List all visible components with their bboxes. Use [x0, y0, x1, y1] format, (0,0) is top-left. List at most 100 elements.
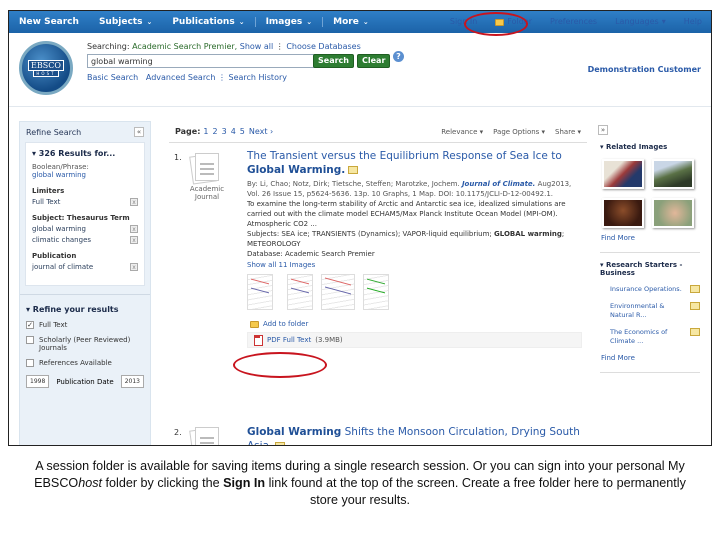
related-image[interactable]: [652, 159, 694, 189]
help-icon[interactable]: ?: [393, 51, 404, 62]
remove-icon[interactable]: x: [130, 198, 138, 206]
searching-label: Searching:: [87, 42, 133, 51]
document-icon[interactable]: [189, 151, 221, 185]
preview-icon[interactable]: [348, 166, 359, 174]
show-all-images-link[interactable]: Show all 11 Images: [247, 259, 582, 271]
document-icon[interactable]: [189, 425, 221, 445]
ebsco-host-logo[interactable]: EBSCO HOST: [19, 41, 73, 95]
subject-row: global warming x: [32, 225, 138, 233]
remove-icon[interactable]: x: [130, 263, 138, 271]
sign-in-link[interactable]: Sign In: [441, 16, 486, 28]
research-starter-item[interactable]: Environmental & Natural R...: [610, 302, 700, 320]
date-to-input[interactable]: 2013: [120, 375, 144, 388]
page-link[interactable]: 1: [203, 127, 208, 136]
subject-row: climatic changes x: [32, 236, 138, 244]
expand-icon[interactable]: »: [598, 125, 608, 135]
checkbox-scholarly[interactable]: Scholarly (Peer Reviewed) Journals: [26, 336, 144, 352]
find-more-images-link[interactable]: Find More: [601, 234, 706, 242]
research-starter-item[interactable]: The Economics of Climate ...: [610, 328, 700, 346]
pdf-full-text-link[interactable]: PDF Full Text: [267, 336, 311, 344]
chevron-down-icon: ⌄: [306, 18, 313, 26]
research-starter-link[interactable]: Insurance Operations.: [610, 285, 682, 294]
pdf-icon[interactable]: [254, 334, 263, 346]
nav-new-search[interactable]: New Search: [9, 17, 89, 27]
chevron-down-icon: ⌄: [146, 18, 153, 26]
nav-label: New Search: [19, 17, 79, 27]
page-link[interactable]: 3: [222, 127, 227, 136]
results-count[interactable]: ▾ 326 Results for...: [32, 149, 138, 158]
folder-link[interactable]: Folder: [486, 16, 541, 28]
journal-link[interactable]: Journal of Climate.: [462, 180, 535, 188]
checkbox-label: Scholarly (Peer Reviewed) Journals: [39, 336, 131, 352]
related-image[interactable]: [652, 198, 694, 228]
clear-button[interactable]: Clear: [357, 54, 391, 68]
image-thumbnail[interactable]: [363, 274, 389, 310]
image-thumbnail[interactable]: [287, 274, 313, 310]
languages-menu[interactable]: Languages ▾: [606, 16, 675, 28]
sort-relevance-menu[interactable]: Relevance ▾: [441, 128, 483, 136]
page-link[interactable]: 2: [213, 127, 218, 136]
add-to-folder-link[interactable]: Add to folder: [250, 320, 582, 328]
result-body: Global Warming Shifts the Monsoon Circul…: [247, 425, 582, 445]
preview-icon[interactable]: [690, 302, 700, 310]
research-starter-link[interactable]: Environmental & Natural R...: [610, 302, 690, 320]
caption-italic: host: [78, 476, 103, 490]
result-citation: By: Li, Chao; Notz, Dirk; Tietsche, Stef…: [247, 179, 582, 199]
date-from-input[interactable]: 1998: [26, 375, 50, 388]
nav-publications[interactable]: Publications ⌄: [162, 17, 254, 27]
result-item: 2. Global Warming Shifts the Monsoon Cir…: [169, 423, 587, 445]
search-button[interactable]: Search: [313, 54, 354, 68]
result-title[interactable]: Global Warming Shifts the Monsoon Circul…: [247, 425, 582, 445]
checkbox-icon[interactable]: [26, 336, 34, 344]
preview-icon[interactable]: [275, 442, 286, 445]
result-database: Database: Academic Search Premier: [247, 250, 375, 258]
remove-icon[interactable]: x: [130, 236, 138, 244]
advanced-search-link[interactable]: Advanced Search: [146, 73, 216, 82]
caption-text: A session folder is available for saving…: [20, 458, 700, 509]
folder-icon: [495, 18, 505, 26]
pagination-bar: Page: 1 2 3 4 5 Next › Relevance ▾ Page …: [169, 121, 587, 143]
refine-search-sidebar: Refine Search « ▾ 326 Results for... Boo…: [19, 121, 151, 445]
collapse-icon[interactable]: «: [134, 127, 144, 137]
remove-icon[interactable]: x: [130, 225, 138, 233]
basic-search-link[interactable]: Basic Search: [87, 73, 138, 82]
refine-title[interactable]: ▾ Refine your results: [26, 305, 144, 314]
preferences-link[interactable]: Preferences: [541, 16, 606, 28]
search-mode-links: Basic Search Advanced Search ⋮ Search Hi…: [87, 73, 287, 82]
preview-icon[interactable]: [690, 328, 700, 336]
image-thumbnail[interactable]: [247, 274, 273, 310]
sidebar-header: Refine Search «: [20, 122, 150, 142]
page-link[interactable]: 5: [240, 127, 245, 136]
nav-label: Subjects: [98, 17, 143, 27]
checkbox-references[interactable]: References Available: [26, 359, 144, 367]
share-menu[interactable]: Share ▾: [555, 128, 581, 136]
research-starters-title[interactable]: ▾ Research Starters - Business: [600, 261, 706, 277]
result-title[interactable]: The Transient versus the Equilibrium Res…: [247, 149, 582, 177]
boolean-label: Boolean/Phrase:: [32, 163, 89, 171]
next-page-link[interactable]: Next ›: [249, 127, 273, 136]
preview-icon[interactable]: [690, 285, 700, 293]
related-images-title[interactable]: ▾ Related Images: [600, 143, 706, 151]
checkbox-icon[interactable]: [26, 359, 34, 367]
checkbox-checked-icon[interactable]: ✓: [26, 321, 34, 329]
search-history-link[interactable]: Search History: [229, 73, 288, 82]
image-thumbnail[interactable]: [321, 274, 355, 310]
show-all-link[interactable]: Show all: [240, 42, 273, 51]
help-link[interactable]: Help: [675, 16, 711, 28]
find-more-starters-link[interactable]: Find More: [601, 354, 706, 362]
research-starter-item[interactable]: Insurance Operations.: [610, 285, 700, 294]
checkbox-full-text[interactable]: ✓ Full Text: [26, 321, 144, 329]
page-link[interactable]: 4: [231, 127, 236, 136]
search-input[interactable]: [87, 54, 317, 68]
related-image[interactable]: [602, 159, 644, 189]
nav-images[interactable]: Images ⌄: [254, 17, 323, 27]
research-starter-link[interactable]: The Economics of Climate ...: [610, 328, 690, 346]
related-image[interactable]: [602, 198, 644, 228]
choose-databases-link[interactable]: Choose Databases: [286, 42, 360, 51]
boolean-value[interactable]: global warming: [32, 171, 138, 179]
nav-more[interactable]: More ⌄: [322, 17, 379, 27]
title-text: The Transient versus the Equilibrium Res…: [247, 150, 562, 162]
nav-subjects[interactable]: Subjects ⌄: [89, 17, 162, 27]
title-highlight: Global Warming.: [247, 164, 346, 176]
page-options-menu[interactable]: Page Options ▾: [493, 128, 545, 136]
